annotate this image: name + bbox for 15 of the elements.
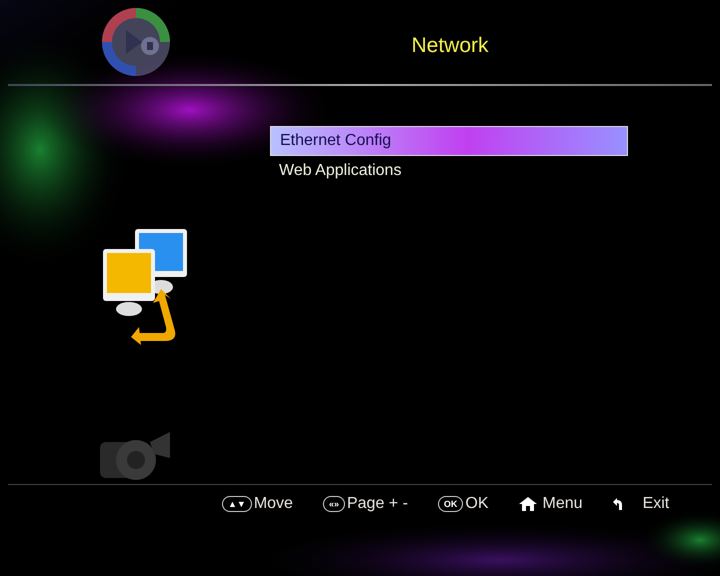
key-icon: ▲▼ xyxy=(222,496,252,512)
screen-title: Network xyxy=(410,33,490,60)
network-computers-icon xyxy=(103,229,189,345)
menu-item[interactable]: Web Applications xyxy=(270,156,628,186)
home-icon xyxy=(518,497,537,511)
hint-label: Page + - xyxy=(346,494,408,514)
menu-item[interactable]: Ethernet Config xyxy=(270,126,628,156)
key-icon: OK xyxy=(438,496,464,512)
disc-logo-icon xyxy=(100,6,172,78)
return-icon xyxy=(612,498,623,510)
key-icon: «» xyxy=(322,496,345,512)
hint-label: OK xyxy=(465,494,489,514)
hint-label: Move xyxy=(254,494,293,514)
hint-label: Menu xyxy=(542,494,583,514)
hint-label: Exit xyxy=(642,494,670,514)
